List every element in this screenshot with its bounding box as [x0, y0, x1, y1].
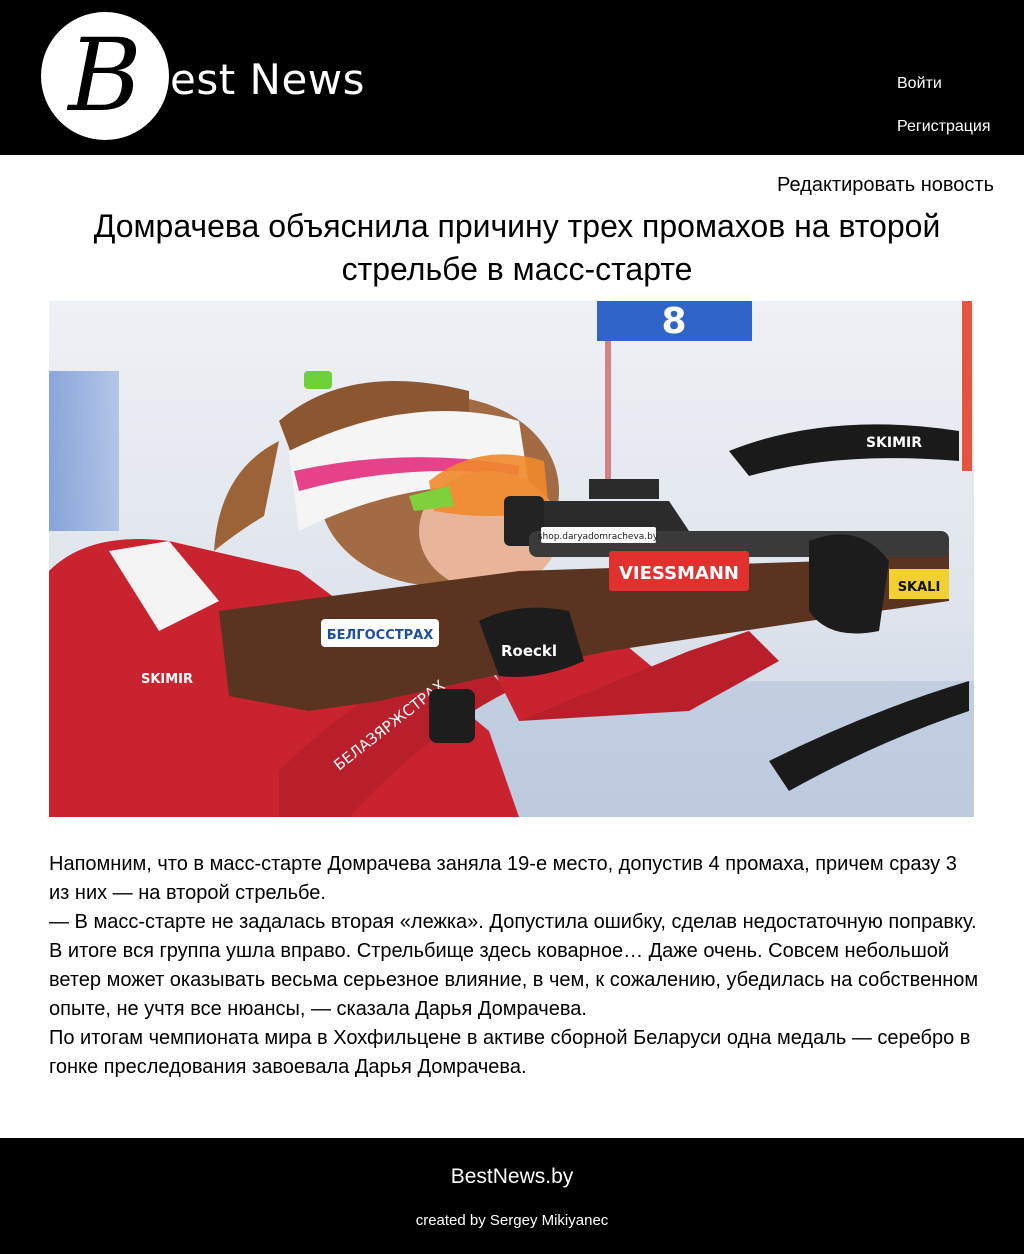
article-image: 8 VIESSMANN БЕЛГОССТРАХ shop.daryadomrac… [49, 301, 974, 817]
belgosstrakh-label: БЕЛГОССТРАХ [327, 628, 433, 643]
skali-label: SKALI [898, 580, 941, 595]
site-footer: BestNews.by created by Sergey Mikiyanec [0, 1138, 1024, 1254]
article-paragraph: Напомним, что в масс-старте Домрачева за… [49, 853, 957, 904]
edit-news-link[interactable]: Редактировать новость [777, 172, 994, 198]
article-paragraph: По итогам чемпионата мира в Хохфильцене … [49, 1027, 971, 1078]
login-link[interactable]: Войти [897, 74, 942, 94]
site-header: B est News Войти Регистрация [0, 0, 1024, 155]
article-body: Напомним, что в масс-старте Домрачева за… [49, 850, 979, 1082]
skimir-strap-text: SKIMIR [866, 435, 922, 451]
logo-letter: B [68, 17, 142, 134]
skimir-chest-logo: SKIMIR [141, 672, 193, 687]
register-link[interactable]: Регистрация [897, 117, 991, 137]
biathlete-photo: 8 VIESSMANN БЕЛГОССТРАХ shop.daryadomrac… [49, 301, 974, 817]
logo-text[interactable]: est News [170, 54, 365, 106]
article-paragraph: — В масс-старте не задалась вторая «лежк… [49, 911, 979, 1020]
viessmann-logo-text: VIESSMANN [619, 563, 739, 584]
footer-site-name[interactable]: BestNews.by [0, 1163, 1024, 1191]
roeckl-glove-text: Roeckl [501, 642, 557, 660]
site-logo[interactable]: B [41, 12, 169, 140]
article-title: Домрачева объяснила причину трех промахо… [93, 208, 941, 287]
footer-credit: created by Sergey Mikiyanec [415, 1212, 609, 1229]
shop-label: shop.daryadomracheva.by [538, 532, 659, 542]
bib-number: 8 [661, 301, 686, 342]
